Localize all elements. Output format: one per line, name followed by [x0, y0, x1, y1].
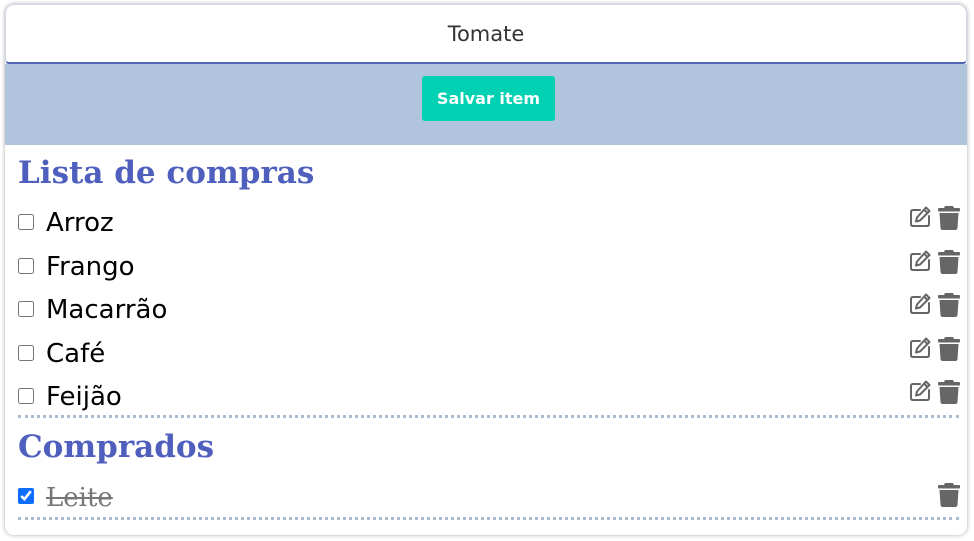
item-input[interactable]: [6, 5, 966, 62]
item-label: Leite: [46, 483, 113, 513]
trash-icon[interactable]: [938, 292, 960, 317]
trash-icon[interactable]: [938, 379, 960, 404]
item-label: Café: [46, 338, 106, 369]
item-input-container: [5, 4, 967, 64]
item-label: Feijão: [46, 382, 122, 412]
item-checkbox[interactable]: [18, 301, 34, 317]
list-item: Leite: [5, 475, 967, 519]
edit-icon[interactable]: [908, 292, 932, 316]
list-item: Frango: [5, 244, 967, 288]
list-item: Macarrão: [5, 287, 967, 331]
list-item: Café: [5, 331, 967, 375]
purchased-list: Leite: [5, 475, 967, 519]
list-item: Arroz: [5, 200, 967, 244]
edit-icon[interactable]: [908, 336, 932, 360]
item-checkbox[interactable]: [18, 344, 34, 361]
purchased-title: Comprados: [18, 429, 215, 465]
save-item-button[interactable]: Salvar item: [422, 76, 555, 121]
save-bar: Salvar item: [5, 64, 967, 145]
edit-icon[interactable]: [908, 379, 932, 403]
trash-icon[interactable]: [938, 482, 960, 507]
pending-list: Arroz Frango Macarrão Café Feijão: [5, 200, 967, 418]
item-checkbox[interactable]: [18, 257, 34, 274]
trash-icon[interactable]: [938, 249, 960, 274]
trash-icon[interactable]: [938, 205, 960, 230]
item-label: Arroz: [46, 208, 114, 238]
list-item: Feijão: [5, 374, 967, 418]
shopping-list-title: Lista de compras: [18, 155, 315, 191]
list-divider: [18, 415, 959, 418]
edit-icon[interactable]: [908, 205, 932, 229]
item-label: Frango: [46, 251, 135, 282]
list-divider: [18, 517, 959, 520]
item-checkbox[interactable]: [18, 488, 34, 504]
edit-icon[interactable]: [908, 249, 932, 273]
item-checkbox[interactable]: [18, 388, 34, 404]
item-label: Macarrão: [46, 295, 168, 325]
trash-icon[interactable]: [938, 336, 960, 361]
shopping-list-app: Salvar item Lista de compras Arroz Frang…: [5, 4, 967, 535]
item-checkbox[interactable]: [18, 214, 34, 230]
